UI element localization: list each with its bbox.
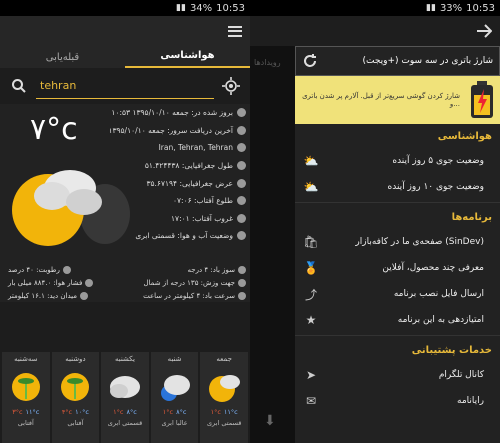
info-row: طلوع آفتاب: ۰۷:۰۶ <box>110 192 250 210</box>
divider <box>295 202 500 203</box>
gps-icon <box>222 77 240 95</box>
weather-extras: سوز باد: ۴ درجه رطوبت: ۴۰ درصد جهت وزش: … <box>0 262 250 302</box>
backdrop-tab: رویدادها <box>254 58 281 67</box>
palm-sun-icon <box>11 373 40 401</box>
search-row: tehran <box>0 68 250 104</box>
battery-percent: 34% <box>189 2 213 14</box>
section-support: خدمات پشتیبانی <box>411 344 492 356</box>
sunset-icon <box>237 213 246 223</box>
current-temperature: ۷°c <box>30 112 78 147</box>
star-icon: ★ <box>305 313 317 327</box>
menu-item-telegram[interactable]: ➤ کانال تلگرام <box>295 362 500 388</box>
sunrise-icon <box>237 196 246 206</box>
menu-item-rate-app[interactable]: ★ امتیازدهی به این برنامه <box>295 307 500 333</box>
gauge-icon <box>85 279 94 287</box>
location-pin-icon <box>237 143 246 153</box>
weather-screen: ▮▮ 34% 10:53 قبله‌یابی هواشناسی tehran ۷… <box>0 0 250 443</box>
app-bar <box>0 16 250 46</box>
sun-cloud-icon <box>209 375 241 402</box>
weather-icon: ⛅ <box>303 154 319 168</box>
wind-chill: سوز باد: ۴ درجه <box>188 266 246 274</box>
humidity: رطوبت: ۴۰ درصد <box>8 266 71 274</box>
wind-direction: جهت وزش: ۱۳۵ درجه از شمال <box>143 279 246 287</box>
info-row: Iran, Tehran, Tehran <box>110 139 250 157</box>
eye-icon <box>80 292 89 300</box>
forecast-day[interactable]: شنبه ۱°c ۸°c عالبا ابری <box>150 352 199 443</box>
promo-banner-header[interactable]: شارژ باتری در سه سوت (+ویجت) <box>295 46 500 76</box>
badge-icon: 🏅 <box>303 261 319 275</box>
weather-icon: ⛅ <box>303 180 319 194</box>
palm-sun-icon <box>61 373 90 401</box>
forecast-day[interactable]: جمعه ۱°c ۱۱°c قسمتی ابری <box>200 352 248 443</box>
city-search-input[interactable]: tehran <box>36 73 214 99</box>
partly-cloudy-icon <box>12 170 102 246</box>
forecast-day[interactable]: یکشنبه ۱°c ۸°c قسمتی ابری <box>101 352 149 443</box>
status-bar: ▮▮ 34% 10:53 <box>0 0 250 16</box>
section-apps: برنامه‌ها <box>451 211 492 223</box>
menu-item-share-apk[interactable]: ⤴ ارسال فایل نصب برنامه <box>295 281 500 307</box>
forecast-strip: سه‌شنبه ۳°c ۱۱°c آفتابی دوشنبه ۴°c ۱۰°c آف… <box>0 352 250 443</box>
globe-icon <box>237 161 246 171</box>
back-arrow-icon[interactable] <box>476 24 492 38</box>
search-icon <box>12 79 26 93</box>
promo-text: شارژ کردن گوشی سریع‌تر از قبل. آلارم پر … <box>302 92 460 108</box>
drawer-screen: ▮▮ 33% 10:53 رویدادها ⬇ شارژ باتری در سه… <box>250 0 500 443</box>
shop-icon: 🛍 <box>303 235 319 249</box>
app-bar <box>250 16 500 46</box>
cloud-icon <box>237 231 246 241</box>
pressure: فشار هوا: ۸۸۴.۰ میلی بار <box>8 279 94 287</box>
info-row: بروز شده در: جمعه ۱۳۹۵/۱۰/۱۰ ۱۰:۵۳ <box>110 104 250 122</box>
cloud-icon <box>109 376 140 398</box>
battery-percent: 33% <box>439 2 463 14</box>
status-bar: ▮▮ 33% 10:53 <box>250 0 500 16</box>
banner-title: شارژ باتری در سه سوت (+ویجت) <box>362 56 494 66</box>
menu-item-bazaar-page[interactable]: 🛍 صفحه‌ی ما در کافه‌بازار (SinDev) <box>295 229 500 255</box>
wind-speed: سرعت باد: ۴ کیلومتر در ساعت <box>143 292 246 300</box>
signal-icon: ▮▮ <box>176 3 186 13</box>
mail-icon: ✉ <box>305 394 317 408</box>
forecast-day[interactable]: سه‌شنبه ۳°c ۱۱°c آفتابی <box>2 352 50 443</box>
fan-icon <box>238 292 246 300</box>
wind-icon <box>238 266 246 274</box>
refresh-icon <box>237 108 246 118</box>
info-row: عرض جغرافیایی: ۳۵.۶۷۱۹۴ <box>110 174 250 192</box>
menu-item-forecast-10-day[interactable]: ⛅ وضعیت جوی ۱۰ روز آینده <box>295 174 500 200</box>
tab-weather[interactable]: هواشناسی <box>125 50 250 68</box>
clock: 10:53 <box>216 2 245 14</box>
cloud-sun-icon <box>160 375 190 401</box>
info-row: وضعیت آب و هوا: قسمتی ابری <box>110 227 250 245</box>
info-row: آخرین دریافت سرور: جمعه ۱۳۹۵/۱۰/۱۰ ۰۹:۳۰ <box>110 122 250 140</box>
info-row: طول جغرافیایی: ۵۱.۴۲۴۴۳۸ <box>110 157 250 175</box>
server-icon <box>237 125 246 135</box>
forecast-day[interactable]: دوشنبه ۴°c ۱۰°c آفتابی <box>51 352 100 443</box>
menu-item-forecast-5-day[interactable]: ⛅ وضعیت جوی ۵ روز آینده <box>295 148 500 174</box>
weather-info-list: بروز شده در: جمعه ۱۳۹۵/۱۰/۱۰ ۱۰:۵۳ آخرین… <box>110 104 250 245</box>
refresh-icon[interactable] <box>302 53 318 69</box>
navigation-drawer: شارژ باتری در سه سوت (+ویجت) شارژ کردن گ… <box>295 46 500 443</box>
promo-card[interactable]: شارژ کردن گوشی سریع‌تر از قبل. آلارم پر … <box>295 76 500 124</box>
download-icon: ⬇ <box>264 413 276 429</box>
locate-button[interactable] <box>218 73 244 99</box>
signal-icon: ▮▮ <box>426 3 436 13</box>
share-icon: ⤴ <box>304 287 317 302</box>
drop-icon <box>62 266 71 274</box>
clock: 10:53 <box>466 2 495 14</box>
compass-icon <box>238 279 246 287</box>
current-weather-panel: ۷°c بروز شده در: جمعه ۱۳۹۵/۱۰/۱۰ ۱۰:۵۳ آ… <box>0 104 250 302</box>
menu-item-email[interactable]: ✉ رایانامه <box>295 388 500 414</box>
menu-icon[interactable] <box>228 25 242 37</box>
tab-qibla[interactable]: قبله‌یابی <box>0 52 125 68</box>
divider <box>295 335 500 336</box>
globe-icon <box>237 178 246 188</box>
visibility: میدان دید: ۱۶.۱ کیلومتر <box>8 292 89 300</box>
search-button[interactable] <box>6 73 32 99</box>
tab-bar: قبله‌یابی هواشناسی <box>0 46 250 68</box>
section-weather: هواشناسی <box>437 130 492 142</box>
telegram-icon: ➤ <box>305 368 317 382</box>
dimmed-content[interactable]: رویدادها ⬇ <box>250 46 295 443</box>
info-row: غروب آفتاب: ۱۷:۰۱ <box>110 210 250 228</box>
battery-app-icon <box>464 78 500 122</box>
menu-item-products[interactable]: 🏅 معرفی چند محصول، آفلاین <box>295 255 500 281</box>
